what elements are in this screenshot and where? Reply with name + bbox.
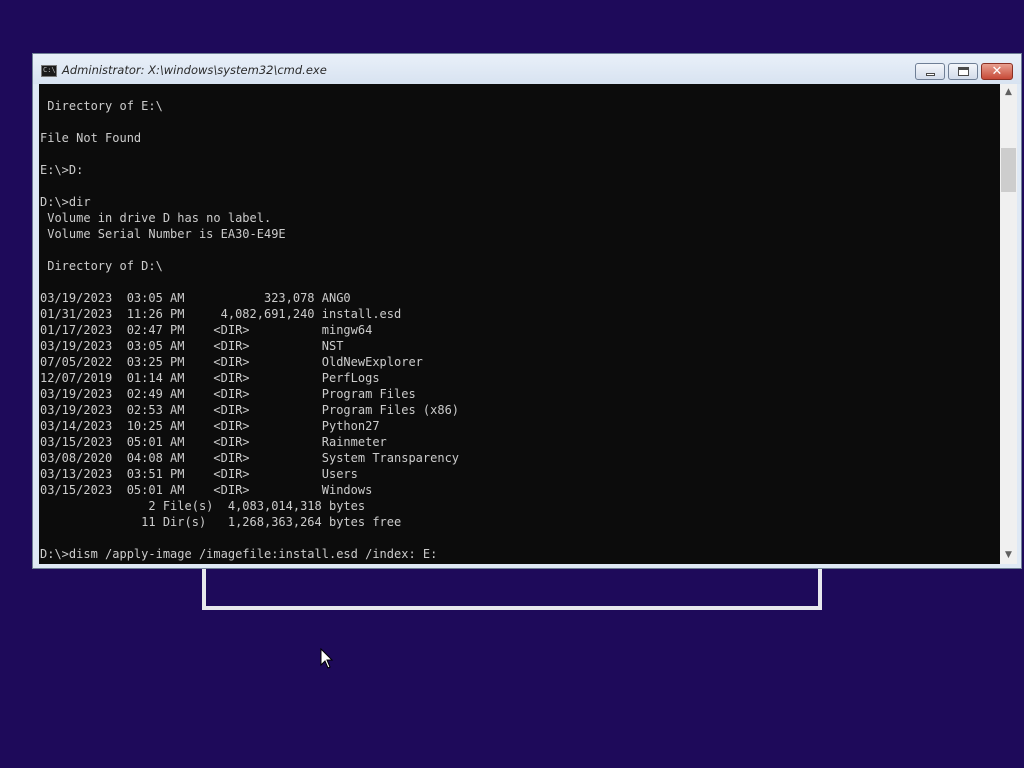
mouse-pointer-icon xyxy=(320,648,334,669)
console-line: 03/19/2023 02:53 AM <DIR> Program Files … xyxy=(40,403,460,417)
console-text: Directory of E:\ File Not Found E:\>D: D:\>… xyxy=(39,84,1000,562)
console-line: 03/14/2023 10:25 AM <DIR> Python27 xyxy=(40,419,380,433)
scroll-up-arrow-icon[interactable]: ▲ xyxy=(1000,84,1017,101)
console-line: 07/05/2022 03:25 PM <DIR> OldNewExplorer xyxy=(40,355,423,369)
console-line: 03/19/2023 03:05 AM 323,078 ANG0 xyxy=(40,291,351,305)
scroll-thumb[interactable] xyxy=(1001,148,1016,192)
console-line: 01/31/2023 11:26 PM 4,082,691,240 instal… xyxy=(40,307,402,321)
console-line: 2 File(s) 4,083,014,318 bytes xyxy=(40,499,366,513)
window-title: Administrator: X:\windows\system32\cmd.e… xyxy=(62,63,327,77)
minimize-button[interactable] xyxy=(915,63,945,80)
console-line: 03/15/2023 05:01 AM <DIR> Windows xyxy=(40,483,373,497)
close-button[interactable]: ✕ xyxy=(981,63,1013,80)
console-line: Directory of E:\ xyxy=(40,99,163,113)
desktop-background: C:\ Administrator: X:\windows\system32\c… xyxy=(0,0,1024,768)
cmd-window[interactable]: C:\ Administrator: X:\windows\system32\c… xyxy=(32,53,1022,569)
console-line: D:\>dism /apply-image /imagefile:install… xyxy=(40,547,438,561)
console-line: File Not Found xyxy=(40,131,142,145)
console-line: D:\>dir xyxy=(40,195,91,209)
console-line: 03/08/2020 04:08 AM <DIR> System Transpa… xyxy=(40,451,460,465)
maximize-button[interactable] xyxy=(948,63,978,80)
scroll-down-arrow-icon[interactable]: ▼ xyxy=(1000,547,1017,564)
console-line: 03/13/2023 03:51 PM <DIR> Users xyxy=(40,467,358,481)
console-line: 11 Dir(s) 1,268,363,264 bytes free xyxy=(40,515,402,529)
cmd-app-icon-text: C:\ xyxy=(43,66,56,74)
console-line: 03/15/2023 05:01 AM <DIR> Rainmeter xyxy=(40,435,387,449)
console-line: E:\>D: xyxy=(40,163,84,177)
console-line: 12/07/2019 01:14 AM <DIR> PerfLogs xyxy=(40,371,380,385)
console-line: Directory of D:\ xyxy=(40,259,163,273)
console-line: 01/17/2023 02:47 PM <DIR> mingw64 xyxy=(40,323,373,337)
console-line: 03/19/2023 03:05 AM <DIR> NST xyxy=(40,339,344,353)
minimize-icon xyxy=(926,73,935,76)
console-line: Volume Serial Number is EA30-E49E xyxy=(40,227,286,241)
console-output[interactable]: Directory of E:\ File Not Found E:\>D: D:\>… xyxy=(39,84,1000,564)
maximize-icon xyxy=(958,67,969,76)
close-icon: ✕ xyxy=(991,64,1003,79)
vertical-scrollbar[interactable]: ▲ ▼ xyxy=(1000,84,1017,564)
console-line: Volume in drive D has no label. xyxy=(40,211,272,225)
console-line: 03/19/2023 02:49 AM <DIR> Program Files xyxy=(40,387,416,401)
title-bar[interactable]: C:\ Administrator: X:\windows\system32\c… xyxy=(33,54,1021,84)
cmd-app-icon[interactable]: C:\ xyxy=(41,65,57,77)
